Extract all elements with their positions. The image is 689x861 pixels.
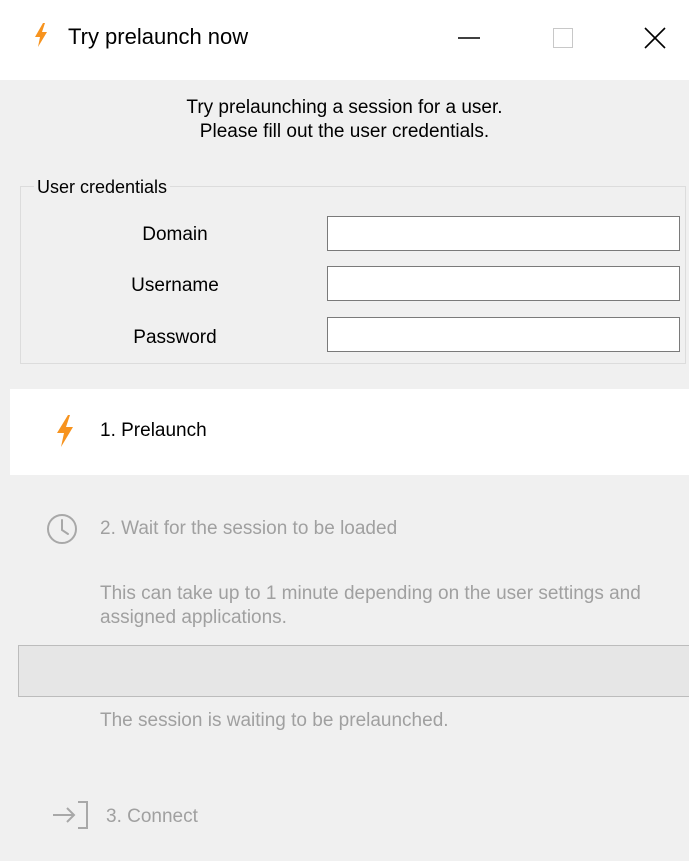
lightning-bolt-icon [35, 23, 47, 47]
wait-step-description: This can take up to 1 minute depending o… [100, 583, 641, 628]
intro-line-1: Try prelaunching a session for a user. [186, 97, 503, 118]
maximize-icon [553, 28, 573, 48]
password-label: Password [133, 327, 217, 348]
session-status-text: The session is waiting to be prelaunched… [100, 710, 449, 731]
prelaunch-step-button[interactable]: 1. Prelaunch [10, 389, 689, 475]
wait-step-label: 2. Wait for the session to be loaded [100, 518, 398, 539]
prelaunch-window: Try prelaunch now Try prelaunching a ses… [0, 0, 689, 861]
domain-input[interactable] [327, 216, 680, 251]
username-input[interactable] [327, 266, 680, 301]
intro-line-2: Please fill out the user credentials. [199, 121, 490, 142]
close-button[interactable] [630, 14, 680, 62]
clock-icon [47, 514, 77, 544]
sign-in-arrow-icon [53, 801, 88, 829]
intro-text: Try prelaunching a session for a user. P… [0, 96, 689, 144]
maximize-button [538, 14, 588, 62]
title-bar[interactable]: Try prelaunch now [0, 0, 689, 80]
domain-label: Domain [142, 224, 208, 245]
password-input[interactable] [327, 317, 680, 352]
user-credentials-legend: User credentials [34, 176, 171, 198]
minimize-button[interactable] [444, 14, 494, 62]
session-progress-bar [18, 645, 689, 697]
window-title: Try prelaunch now [68, 24, 249, 49]
connect-step-label: 3. Connect [106, 806, 198, 827]
prelaunch-step-label: 1. Prelaunch [100, 420, 207, 441]
username-label: Username [131, 275, 219, 296]
lightning-bolt-icon [57, 415, 73, 447]
minimize-icon [458, 37, 480, 39]
close-icon [644, 27, 666, 49]
